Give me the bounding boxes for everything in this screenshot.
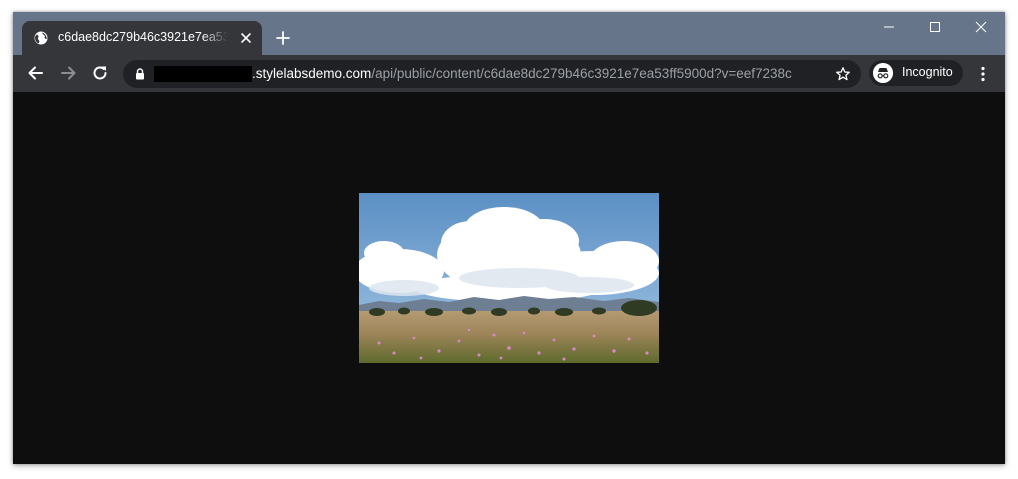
- arrow-left-icon[interactable]: [26, 63, 46, 83]
- toolbar: .stylelabsdemo.com/api/public/content/c6…: [13, 55, 1005, 92]
- close-icon[interactable]: [239, 31, 253, 45]
- incognito-profile-button[interactable]: Incognito: [869, 60, 963, 86]
- incognito-icon: [873, 63, 893, 83]
- title-bar: c6dae8dc279b46c3921e7ea53ff5900d: [13, 12, 1005, 55]
- plus-icon[interactable]: [275, 30, 291, 46]
- landscape-image[interactable]: [359, 193, 659, 363]
- redacted-host: [154, 66, 252, 82]
- minimize-icon: [884, 26, 894, 28]
- star-icon[interactable]: [835, 66, 851, 82]
- active-tab[interactable]: c6dae8dc279b46c3921e7ea53ff5900d: [22, 21, 262, 55]
- profile-label: Incognito: [902, 65, 953, 79]
- maximize-button[interactable]: [912, 12, 958, 42]
- url-text[interactable]: .stylelabsdemo.com/api/public/content/c6…: [252, 66, 792, 81]
- arrow-right-icon[interactable]: [58, 63, 78, 83]
- lock-icon[interactable]: [135, 68, 145, 80]
- browser-window: c6dae8dc279b46c3921e7ea53ff5900d: [13, 12, 1005, 464]
- page-content: [13, 92, 1005, 464]
- minimize-button[interactable]: [866, 12, 912, 42]
- reload-icon[interactable]: [90, 63, 110, 83]
- maximize-icon: [930, 22, 940, 32]
- address-bar[interactable]: .stylelabsdemo.com/api/public/content/c6…: [123, 60, 861, 88]
- url-path: /api/public/content/c6dae8dc279b46c3921e…: [371, 66, 792, 81]
- close-icon: [975, 21, 987, 33]
- tab-title: c6dae8dc279b46c3921e7ea53ff5900d: [58, 30, 228, 44]
- close-window-button[interactable]: [958, 12, 1004, 42]
- globe-icon: [34, 31, 48, 45]
- url-host: .stylelabsdemo.com: [252, 66, 372, 81]
- kebab-menu-icon[interactable]: [973, 64, 993, 84]
